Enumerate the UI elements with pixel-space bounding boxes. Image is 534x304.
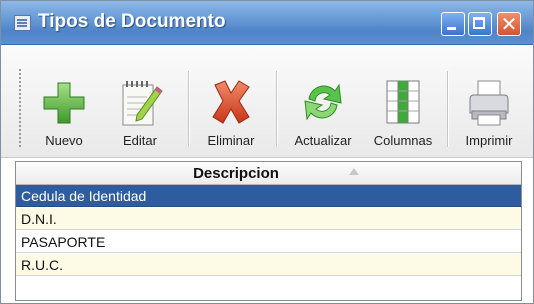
columns-icon: [383, 77, 423, 132]
toolbar-separator: [447, 71, 449, 147]
window-app-icon: [14, 15, 31, 31]
window: Tipos de Documento ✕ Nuevo Editar Elimin…: [0, 0, 534, 304]
plus-icon: [43, 77, 85, 132]
columnas-button[interactable]: Columnas: [367, 75, 439, 148]
columnas-label: Columnas: [373, 133, 433, 148]
nuevo-label: Nuevo: [45, 133, 83, 148]
documents-grid: Descripcion Cedula de Identidad D.N.I. P…: [15, 161, 522, 301]
toolbar-grip[interactable]: [19, 69, 21, 147]
eliminar-label: Eliminar: [207, 133, 255, 148]
maximize-button[interactable]: [468, 12, 492, 36]
toolbar-separator: [188, 71, 190, 147]
column-header-descripcion[interactable]: Descripcion: [16, 162, 521, 185]
toolbar-separator: [276, 71, 278, 147]
red-x-icon: [209, 77, 253, 132]
table-row[interactable]: D.N.I.: [16, 208, 521, 230]
close-icon: ✕: [500, 12, 518, 36]
notepad-pencil-icon: [117, 77, 163, 134]
actualizar-label: Actualizar: [294, 133, 352, 148]
toolbar: Nuevo Editar Eliminar Actualizar Columna…: [1, 45, 533, 158]
editar-button[interactable]: Editar: [107, 75, 173, 148]
editar-label: Editar: [123, 133, 157, 148]
table-row[interactable]: R.U.C.: [16, 254, 521, 276]
eliminar-button[interactable]: Eliminar: [196, 75, 266, 148]
minimize-button[interactable]: [441, 12, 465, 36]
imprimir-button[interactable]: Imprimir: [453, 75, 525, 148]
printer-icon: [466, 77, 512, 132]
title-bar[interactable]: Tipos de Documento ✕: [1, 1, 533, 45]
close-button[interactable]: ✕: [497, 12, 521, 36]
table-row[interactable]: PASAPORTE: [16, 231, 521, 253]
actualizar-button[interactable]: Actualizar: [282, 75, 364, 148]
column-title: Descripcion: [193, 165, 279, 182]
nuevo-button[interactable]: Nuevo: [31, 75, 97, 148]
sort-ascending-icon: [349, 168, 359, 175]
imprimir-label: Imprimir: [465, 133, 513, 148]
table-row[interactable]: Cedula de Identidad: [16, 185, 521, 207]
window-title: Tipos de Documento: [38, 11, 226, 32]
green-refresh-icon: [299, 77, 347, 132]
